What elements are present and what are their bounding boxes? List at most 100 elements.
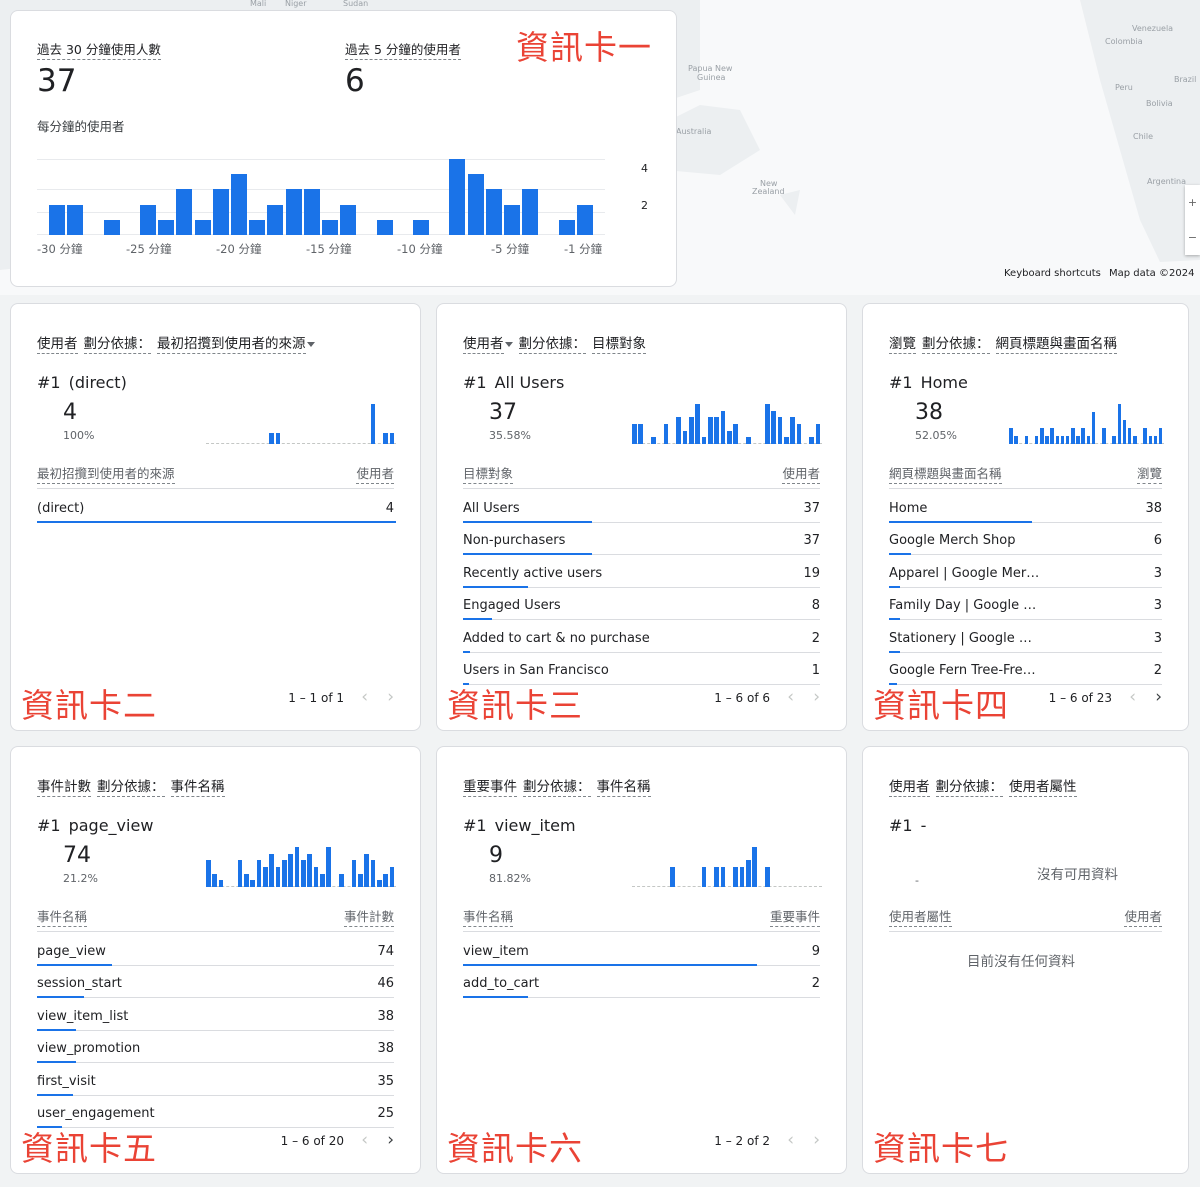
column-header-metric[interactable]: 重要事件	[769, 906, 820, 927]
per-minute-bar[interactable]	[322, 219, 338, 235]
column-header-dimension[interactable]: 網頁標題與畫面名稱	[889, 463, 1002, 484]
zoom-out-button[interactable]: −	[1185, 220, 1200, 255]
table-row[interactable]: view_item_list 38	[37, 999, 394, 1031]
per-minute-bar[interactable]	[194, 219, 211, 235]
table-header: 事件名稱 事件計數	[37, 906, 394, 932]
table-row[interactable]: page_view 74	[37, 934, 394, 966]
previous-page-button[interactable]: ‹	[1129, 689, 1136, 706]
dimension-selector[interactable]: 使用者屬性	[1009, 775, 1077, 797]
metric-selector[interactable]: 使用者	[37, 332, 78, 354]
keyboard-shortcuts-link[interactable]: Keyboard shortcuts	[1004, 268, 1101, 279]
previous-page-button[interactable]: ‹	[361, 689, 368, 706]
per-minute-bar[interactable]	[376, 219, 393, 235]
metric-selector[interactable]: 使用者	[889, 775, 930, 797]
trend-sparkline[interactable]	[632, 384, 822, 444]
table-row[interactable]: session_start 46	[37, 966, 394, 999]
per-minute-bar[interactable]	[449, 159, 466, 235]
metric-selector[interactable]: 使用者	[463, 332, 504, 354]
dropdown-caret-icon[interactable]	[504, 341, 513, 347]
table-row[interactable]: Google Fern Tree-Fre… 2	[889, 653, 1162, 685]
dimension-selector[interactable]: 目標對象	[592, 332, 646, 354]
per-minute-bar[interactable]	[158, 219, 175, 235]
table-row[interactable]: Added to cart & no purchase 2	[463, 621, 820, 653]
per-minute-bar[interactable]	[504, 204, 520, 235]
previous-page-button[interactable]: ‹	[361, 1132, 368, 1149]
map-place-label: Sudan	[343, 0, 369, 8]
column-header-metric[interactable]: 使用者	[1124, 906, 1162, 927]
previous-page-button[interactable]: ‹	[787, 689, 794, 706]
per-minute-bar[interactable]	[249, 219, 266, 235]
users-5min-label[interactable]: 過去 5 分鐘的使用者	[345, 39, 461, 60]
dropdown-caret-icon[interactable]	[306, 341, 315, 347]
table-row[interactable]: Engaged Users 8	[463, 588, 820, 621]
per-minute-bar[interactable]	[558, 219, 575, 235]
table-row[interactable]: user_engagement 25	[37, 1096, 394, 1128]
per-minute-bar[interactable]	[176, 189, 193, 235]
dimension-selector[interactable]: 事件名稱	[170, 775, 225, 797]
sparkline-bar	[1024, 436, 1029, 444]
next-page-button[interactable]: ›	[387, 689, 394, 706]
column-header-metric[interactable]: 瀏覽	[1136, 463, 1162, 484]
trend-sparkline[interactable]	[632, 827, 822, 887]
row-name: view_item_list	[37, 1008, 129, 1024]
table-row[interactable]: Recently active users 19	[463, 556, 820, 588]
table-header: 最初招攬到使用者的來源 使用者	[37, 463, 394, 489]
per-minute-bar[interactable]	[413, 219, 429, 235]
users-30min-label[interactable]: 過去 30 分鐘使用人數	[37, 39, 161, 60]
column-header-metric[interactable]: 使用者	[782, 463, 820, 484]
dimension-selector[interactable]: 事件名稱	[596, 775, 651, 797]
column-header-dimension[interactable]: 事件名稱	[463, 906, 514, 927]
dimension-selector[interactable]: 網頁標題與畫面名稱	[995, 332, 1117, 354]
per-minute-bar[interactable]	[67, 204, 84, 235]
per-minute-bar[interactable]	[212, 189, 229, 235]
table-row[interactable]: add_to_cart 2	[463, 966, 820, 999]
next-page-button[interactable]: ›	[813, 689, 820, 706]
per-minute-bar[interactable]	[231, 174, 247, 235]
column-header-dimension[interactable]: 事件名稱	[37, 906, 88, 927]
per-minute-bar[interactable]	[285, 189, 302, 235]
table-row[interactable]: first_visit 35	[37, 1064, 394, 1096]
column-header-metric[interactable]: 使用者	[356, 463, 394, 484]
next-page-button[interactable]: ›	[813, 1132, 820, 1149]
metric-selector[interactable]: 事件計數	[37, 775, 91, 797]
row-value: 3	[1153, 630, 1162, 646]
per-minute-bar[interactable]	[267, 204, 284, 235]
per-minute-bar[interactable]	[103, 219, 120, 235]
per-minute-bar[interactable]	[576, 204, 593, 235]
dimension-selector[interactable]: 最初招攬到使用者的來源	[157, 332, 306, 354]
table-row[interactable]: All Users 37	[463, 491, 820, 523]
table-row[interactable]: Google Merch Shop 6	[889, 523, 1162, 556]
trend-sparkline[interactable]	[206, 827, 396, 887]
table-row[interactable]: Users in San Francisco 1	[463, 653, 820, 685]
column-header-metric[interactable]: 事件計數	[343, 906, 394, 927]
row-name: user_engagement	[37, 1106, 155, 1121]
column-header-dimension[interactable]: 目標對象	[463, 463, 514, 484]
table-row[interactable]: Non-purchasers 37	[463, 523, 820, 556]
table-row[interactable]: Family Day | Google … 3	[889, 588, 1162, 621]
table-row[interactable]: Home 38	[889, 491, 1162, 523]
per-minute-bar[interactable]	[485, 189, 502, 235]
per-minute-bar[interactable]	[140, 204, 156, 235]
per-minute-chart[interactable]	[37, 159, 605, 235]
map-place-label: Papua New	[688, 64, 733, 73]
metric-selector[interactable]: 瀏覽	[889, 332, 916, 354]
per-minute-bar[interactable]	[522, 189, 539, 235]
trend-sparkline[interactable]	[1009, 384, 1164, 444]
per-minute-bar[interactable]	[340, 204, 357, 235]
per-minute-bar[interactable]	[49, 204, 65, 235]
zoom-in-button[interactable]: +	[1185, 185, 1200, 220]
column-header-dimension[interactable]: 最初招攬到使用者的來源	[37, 463, 175, 484]
trend-sparkline[interactable]	[206, 384, 396, 444]
table-row[interactable]: Apparel | Google Mer… 3	[889, 556, 1162, 588]
per-minute-bar[interactable]	[303, 189, 320, 235]
table-row[interactable]: (direct) 4	[37, 491, 396, 523]
per-minute-bar[interactable]	[467, 174, 484, 235]
table-row[interactable]: view_item 9	[463, 934, 820, 966]
previous-page-button[interactable]: ‹	[787, 1132, 794, 1149]
column-header-dimension[interactable]: 使用者屬性	[889, 906, 952, 927]
next-page-button[interactable]: ›	[387, 1132, 394, 1149]
metric-selector[interactable]: 重要事件	[463, 775, 517, 797]
table-row[interactable]: Stationery | Google … 3	[889, 621, 1162, 653]
table-row[interactable]: view_promotion 38	[37, 1031, 394, 1064]
next-page-button[interactable]: ›	[1155, 689, 1162, 706]
